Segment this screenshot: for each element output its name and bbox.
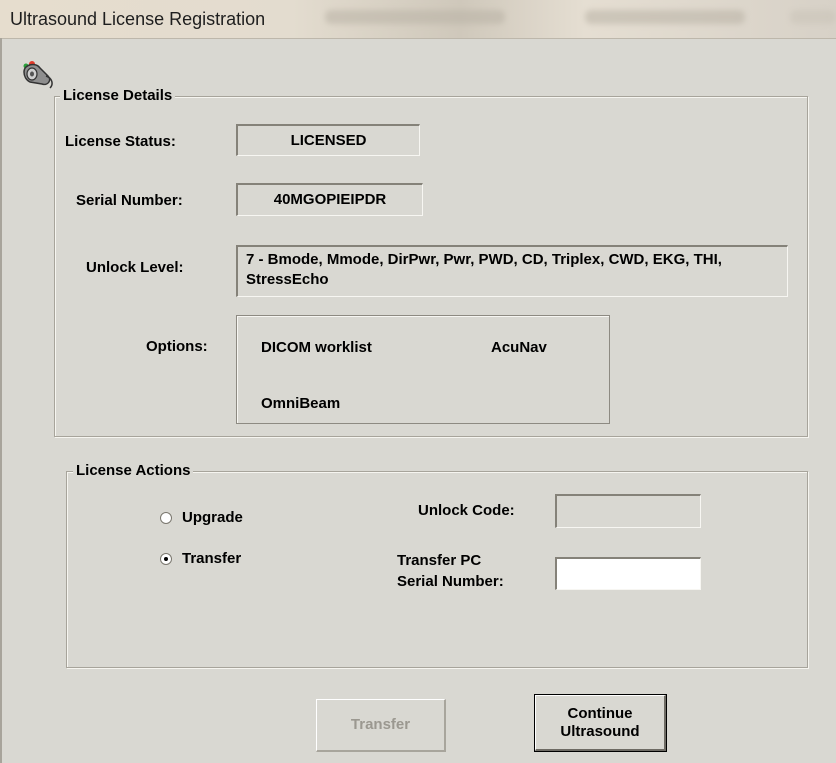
option-item: OmniBeam (261, 395, 341, 412)
transfer-pc-label-line2: Serial Number: (397, 573, 504, 590)
continue-ultrasound-button[interactable]: Continue Ultrasound (534, 694, 667, 752)
ultrasound-probe-icon (23, 61, 53, 89)
option-item: DICOM worklist (261, 339, 372, 356)
license-status-value: LICENSED (236, 124, 420, 156)
transfer-pc-label-line1: Transfer PC (397, 552, 482, 569)
titlebar-blur (585, 10, 745, 24)
license-status-label: License Status: (65, 133, 176, 150)
serial-number-value: 40MGOPIEIPDR (236, 183, 423, 216)
unlock-level-label: Unlock Level: (86, 259, 184, 276)
unlock-level-value: 7 - Bmode, Mmode, DirPwr, Pwr, PWD, CD, … (236, 245, 788, 297)
options-box: DICOM worklist AcuNav OmniBeam (236, 315, 610, 424)
radio-transfer[interactable] (160, 553, 172, 565)
continue-button-line2: Ultrasound (560, 722, 640, 740)
license-details-legend: License Details (60, 87, 176, 105)
continue-button-line1: Continue (567, 704, 633, 722)
radio-upgrade-label[interactable]: Upgrade (182, 509, 243, 526)
transfer-pc-serial-field[interactable] (555, 557, 701, 590)
titlebar-blur (790, 10, 836, 24)
options-label: Options: (146, 338, 208, 355)
radio-transfer-label[interactable]: Transfer (182, 550, 241, 567)
title-bar: Ultrasound License Registration (0, 0, 836, 39)
titlebar-blur (325, 10, 505, 24)
unlock-code-label: Unlock Code: (418, 502, 515, 519)
window-left-edge (0, 38, 2, 763)
window-title: Ultrasound License Registration (10, 9, 266, 29)
serial-number-label: Serial Number: (76, 192, 183, 209)
license-actions-legend: License Actions (73, 462, 194, 480)
transfer-button[interactable]: Transfer (316, 699, 446, 752)
option-item: AcuNav (491, 339, 547, 356)
unlock-code-field[interactable] (555, 494, 701, 528)
radio-upgrade[interactable] (160, 512, 172, 524)
